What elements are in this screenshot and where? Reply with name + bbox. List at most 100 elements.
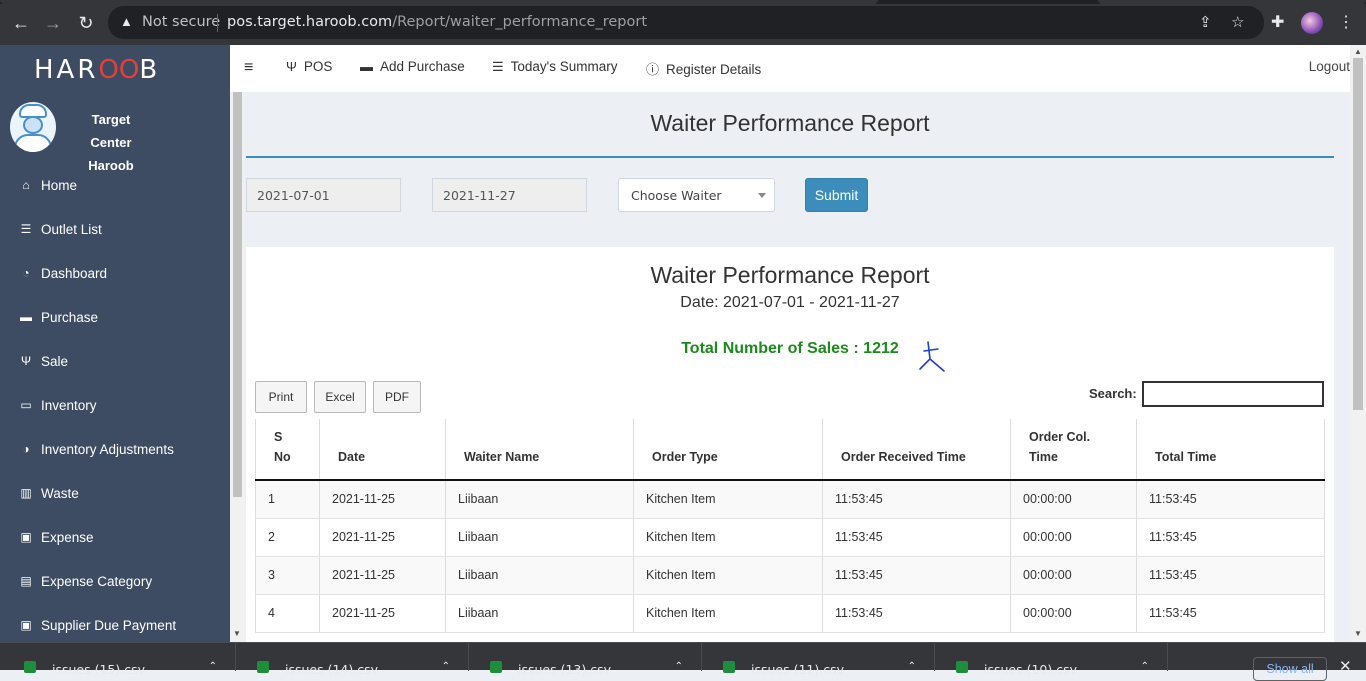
nav-pos[interactable]: Ψ POS xyxy=(286,59,332,74)
sidebar-item-label: Sale xyxy=(41,353,69,369)
show-all-button[interactable]: Show all xyxy=(1253,657,1327,681)
download-item[interactable]: issues (10).csv ⌃ xyxy=(936,643,1168,677)
column-header-sno[interactable]: S No xyxy=(255,419,320,481)
inbox-icon: ▭ xyxy=(20,398,32,412)
url-host: pos.target.haroob.com xyxy=(227,14,393,30)
sidebar-item-expense[interactable]: ▣ Expense xyxy=(0,515,230,559)
sidebar-item-sale[interactable]: Ψ Sale xyxy=(0,339,230,383)
warning-icon: ▲ xyxy=(120,14,133,29)
nav-add-purchase[interactable]: ▬ Add Purchase xyxy=(360,59,465,74)
sidebar-item-waste[interactable]: ▥ Waste xyxy=(0,471,230,515)
column-header-total-time[interactable]: Total Time xyxy=(1136,419,1325,481)
scrollbar-thumb[interactable] xyxy=(1353,58,1363,410)
waiter-select-value: Choose Waiter xyxy=(631,188,722,203)
sidebar-item-supplier-due-payment[interactable]: ▣ Supplier Due Payment xyxy=(0,603,230,642)
reload-icon[interactable]: ↻ xyxy=(75,12,97,34)
sidebar-item-label: Outlet List xyxy=(41,221,102,237)
sidebar-item-home[interactable]: ⌂ Home xyxy=(0,163,230,207)
sidebar-item-label: Expense xyxy=(41,529,94,545)
scroll-up-icon[interactable]: ▲ xyxy=(1354,47,1362,56)
sidebar-item-label: Inventory Adjustments xyxy=(41,441,174,457)
sidebar-item-inventory[interactable]: ▭ Inventory xyxy=(0,383,230,427)
address-bar[interactable]: ▲ Not secure pos.target.haroob.com/Repor… xyxy=(108,6,1264,39)
print-button[interactable]: Print xyxy=(255,381,307,413)
sidebar-item-dashboard[interactable]: ◔ Dashboard xyxy=(0,251,230,295)
download-item[interactable]: issues (14).csv ⌃ xyxy=(237,643,469,677)
money-icon: ▣ xyxy=(20,618,32,632)
logo-text-left: HAR xyxy=(34,55,99,85)
bookmark-star-icon[interactable]: ☆ xyxy=(1231,13,1244,31)
list-icon: ☰ xyxy=(20,222,32,236)
search-input[interactable] xyxy=(1142,381,1324,407)
browser-toolbar: ← → ↻ ▲ Not secure pos.target.haroob.com… xyxy=(0,0,1366,45)
start-date-field[interactable]: 2021-07-01 xyxy=(246,178,401,212)
share-icon[interactable]: ⇪ xyxy=(1199,13,1212,31)
hamburger-menu-icon[interactable]: ≡ xyxy=(244,59,253,77)
list-icon: ☰ xyxy=(492,59,504,74)
sidebar-item-inventory-adjustments[interactable]: ◑ Inventory Adjustments xyxy=(0,427,230,471)
scroll-down-icon[interactable]: ▼ xyxy=(233,629,241,638)
sidebar-item-outlet-list[interactable]: ☰ Outlet List xyxy=(0,207,230,251)
page-scrollbar[interactable]: ▲ ▼ xyxy=(1350,45,1366,642)
url-text[interactable]: pos.target.haroob.com/Report/waiter_perf… xyxy=(227,14,647,30)
chevron-up-icon[interactable]: ⌃ xyxy=(675,661,683,672)
column-header-waiter-name[interactable]: Waiter Name xyxy=(445,419,634,481)
logo-text-right: B xyxy=(139,55,161,85)
table-cell: 11:53:45 xyxy=(1136,518,1325,557)
profile-avatar[interactable] xyxy=(1301,12,1323,34)
sidebar-menu: ⌂ Home ☰ Outlet List ◔ Dashboard ▬ Purchase … xyxy=(0,163,230,642)
column-header-order-type[interactable]: Order Type xyxy=(633,419,823,481)
table-header-row: S No Date Waiter Name Order Type Order Re… xyxy=(255,419,1325,481)
download-item[interactable]: issues (11).csv ⌃ xyxy=(703,643,935,677)
chevron-up-icon[interactable]: ⌃ xyxy=(1141,661,1149,672)
scroll-down-icon[interactable]: ▼ xyxy=(1354,629,1362,638)
close-icon[interactable]: ✕ xyxy=(1339,657,1352,675)
pdf-button[interactable]: PDF xyxy=(373,381,421,413)
back-icon[interactable]: ← xyxy=(10,12,32,34)
url-path: /Report/waiter_performance_report xyxy=(392,14,648,30)
table-cell: 11:53:45 xyxy=(822,480,1011,519)
extensions-icon[interactable]: ✚ xyxy=(1271,12,1284,32)
menu-dots-icon[interactable]: ⋮ xyxy=(1338,12,1354,32)
sidebar-item-purchase[interactable]: ▬ Purchase xyxy=(0,295,230,339)
chevron-up-icon[interactable]: ⌃ xyxy=(442,661,450,672)
money-icon: ▣ xyxy=(20,530,32,544)
table-cell: 11:53:45 xyxy=(822,556,1011,595)
sidebar-scrollbar[interactable]: ▲ ▼ xyxy=(230,45,245,642)
waiter-select[interactable]: Choose Waiter xyxy=(618,178,775,212)
column-header-date[interactable]: Date xyxy=(319,419,446,481)
table-cell: 00:00:00 xyxy=(1010,594,1137,633)
nav-pos-label: POS xyxy=(303,59,333,74)
table-cell: 2021-11-25 xyxy=(319,518,446,557)
table-cell: 1 xyxy=(255,480,320,519)
excel-button[interactable]: Excel xyxy=(314,381,366,413)
csv-file-icon xyxy=(956,661,968,673)
haroob-logo[interactable]: HAROOB xyxy=(34,55,160,85)
chevron-up-icon[interactable]: ⌃ xyxy=(908,661,916,672)
end-date-field[interactable]: 2021-11-27 xyxy=(432,178,587,212)
security-label[interactable]: Not secure xyxy=(142,14,220,30)
table-cell: Liibaan xyxy=(445,480,634,519)
column-header-order-col-time[interactable]: Order Col. Time xyxy=(1010,419,1137,481)
home-icon: ⌂ xyxy=(22,178,30,192)
column-header-text: Total Time xyxy=(1155,450,1217,464)
logout-link[interactable]: Logout xyxy=(1309,59,1350,74)
nav-todays-summary-label: Today's Summary xyxy=(510,59,618,74)
table-cell: Kitchen Item xyxy=(633,518,823,557)
chevron-up-icon[interactable]: ⌃ xyxy=(209,661,217,672)
download-item[interactable]: issues (13).csv ⌃ xyxy=(470,643,702,677)
column-header-order-received-time[interactable]: Order Received Time xyxy=(822,419,1011,481)
user-avatar xyxy=(10,102,56,152)
info-icon: ⓘ xyxy=(646,62,660,77)
sidebar-item-expense-category[interactable]: ▤ Expense Category xyxy=(0,559,230,603)
forward-icon[interactable]: → xyxy=(42,12,64,34)
download-item[interactable]: issues (15).csv ⌃ xyxy=(4,643,236,677)
nav-register-details[interactable]: ⓘ Register Details xyxy=(646,59,761,78)
scrollbar-thumb[interactable] xyxy=(233,92,242,497)
csv-file-icon xyxy=(490,661,502,673)
nav-todays-summary[interactable]: ☰ Today's Summary xyxy=(492,59,618,75)
column-header-text: Waiter Name xyxy=(464,450,540,464)
table-cell: Kitchen Item xyxy=(633,480,823,519)
omnibox-divider xyxy=(217,14,218,32)
submit-button[interactable]: Submit xyxy=(805,178,868,212)
